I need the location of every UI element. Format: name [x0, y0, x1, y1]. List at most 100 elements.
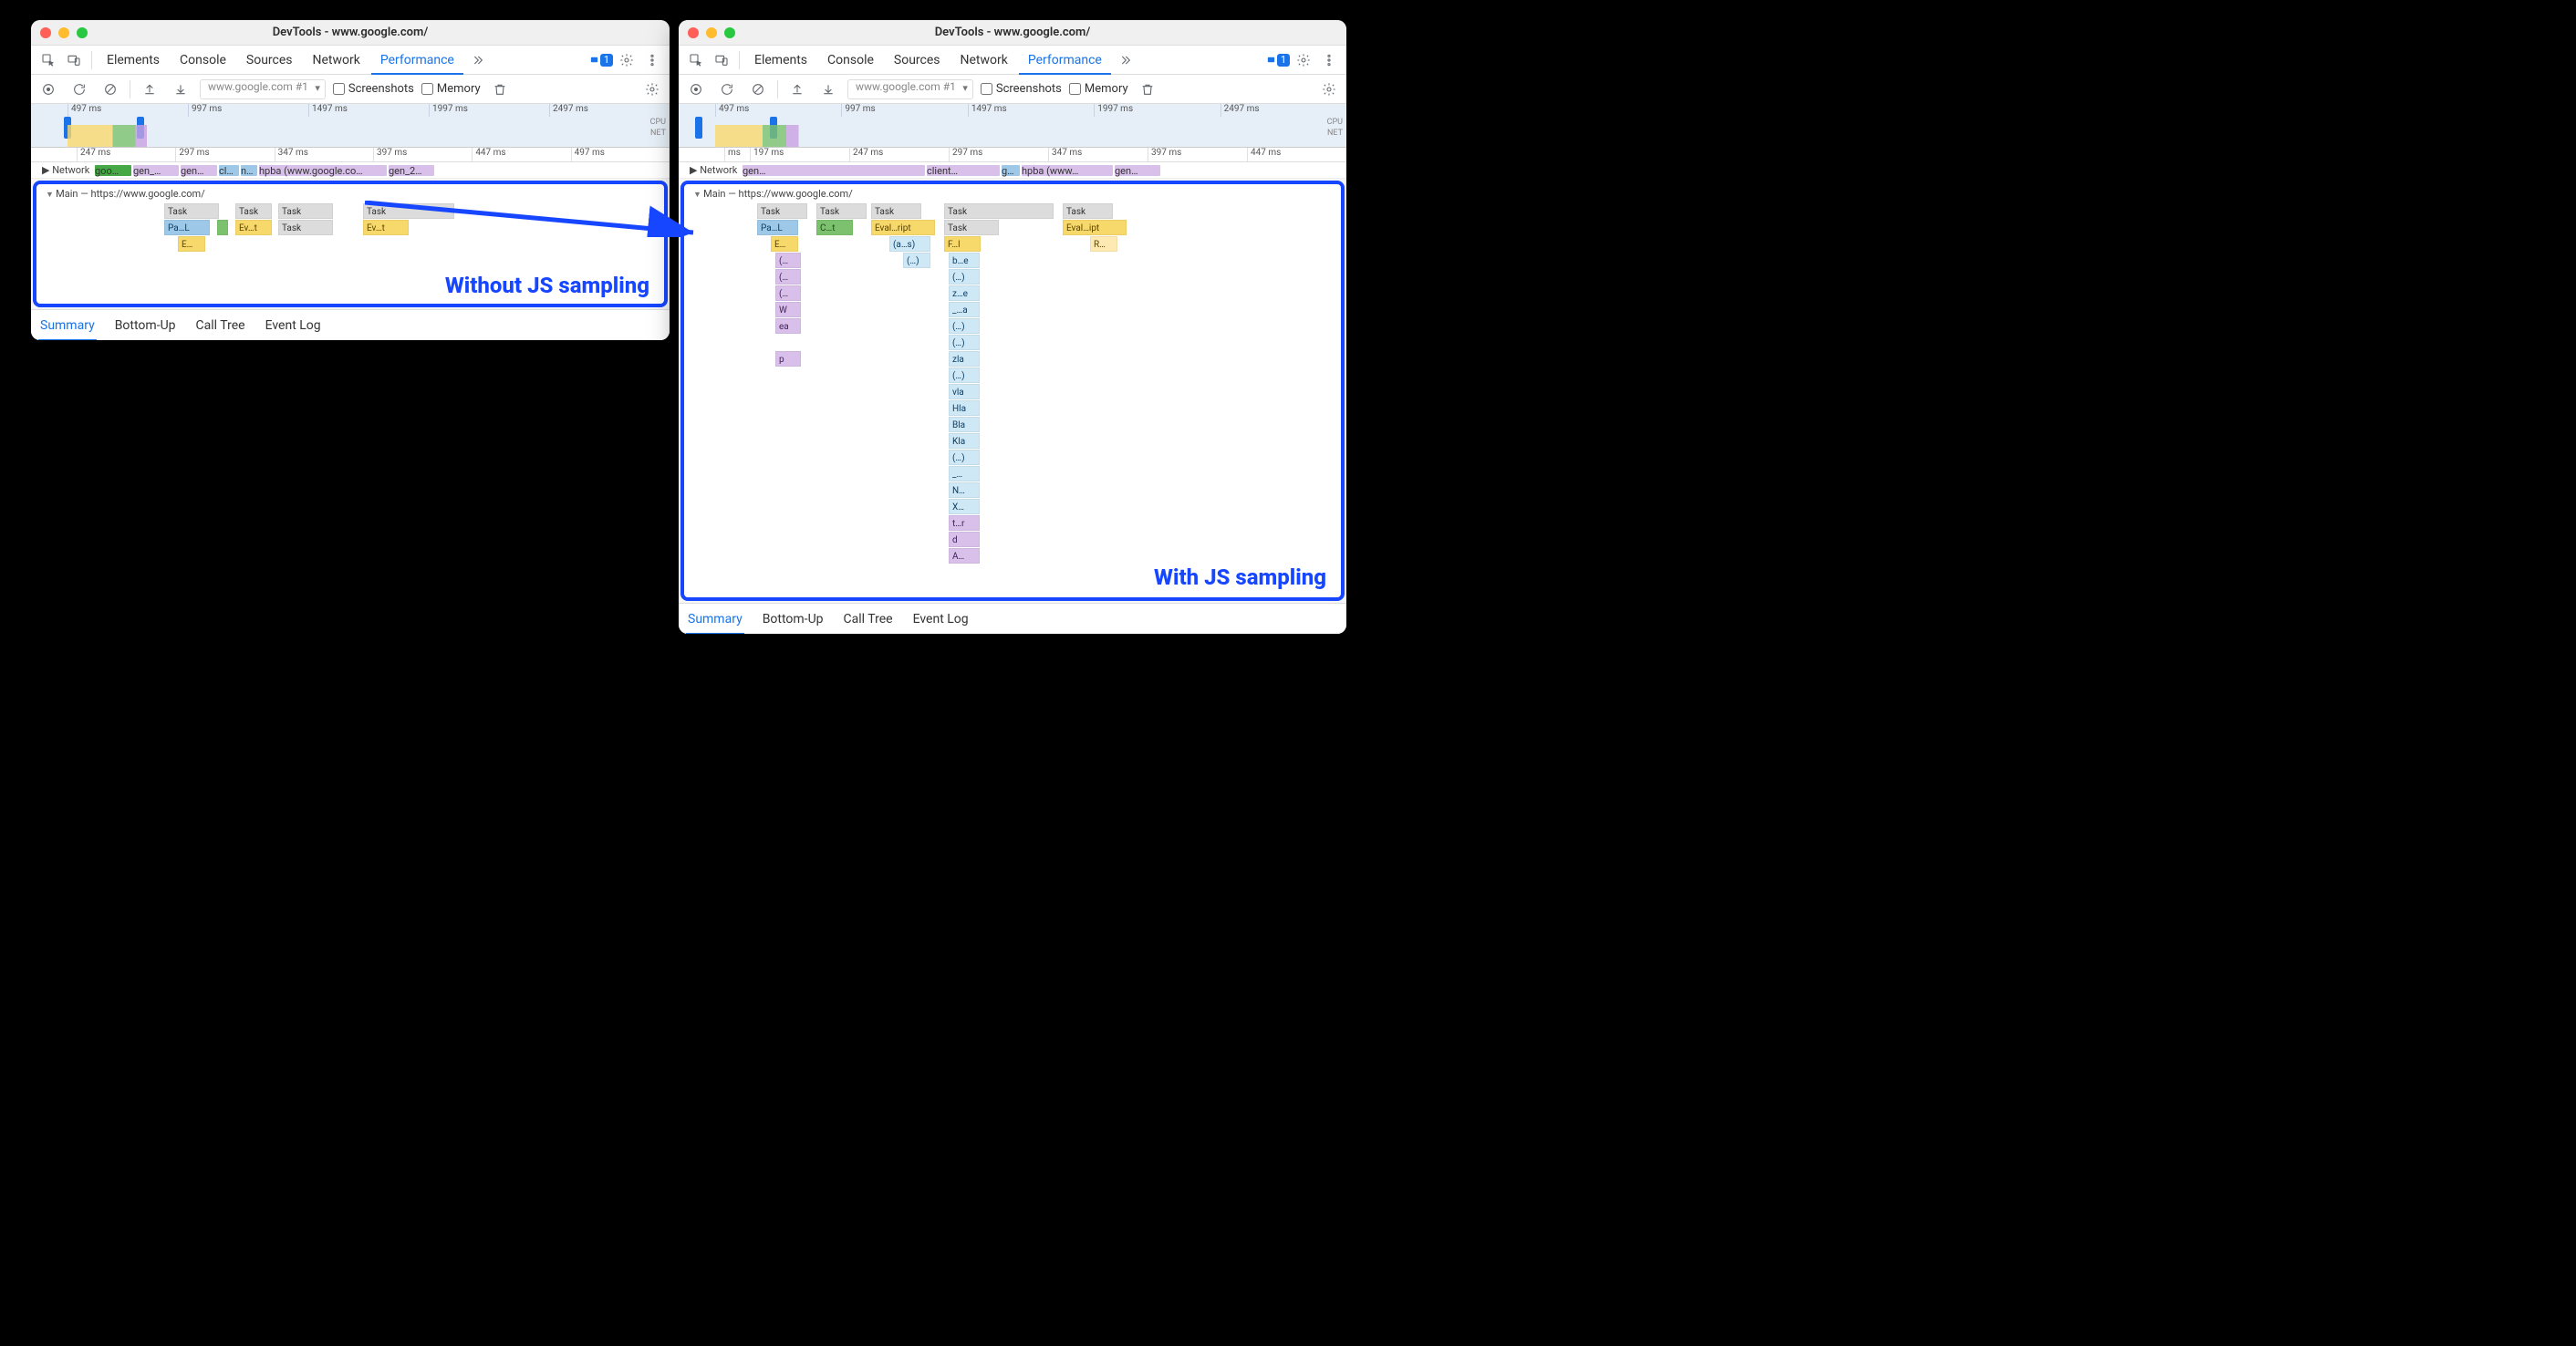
net-item[interactable]: hpba (www… [1022, 165, 1113, 176]
main-thread-label[interactable]: Main — https://www.google.com/ [36, 184, 664, 203]
upload-icon[interactable] [138, 78, 161, 101]
clear-icon[interactable] [99, 78, 122, 101]
tab-call-tree[interactable]: Call Tree [842, 604, 895, 635]
tab-bottom-up[interactable]: Bottom-Up [113, 310, 178, 341]
screenshots-checkbox[interactable]: Screenshots [981, 82, 1062, 96]
flame-entry[interactable]: (…) [949, 368, 980, 383]
flame-entry[interactable]: A… [949, 548, 980, 564]
net-item[interactable]: hpba (www.google.co… [259, 165, 387, 176]
net-item[interactable]: gen_… [133, 165, 179, 176]
recording-select[interactable]: www.google.com #1 [200, 79, 326, 99]
flame-entry[interactable]: Task [363, 203, 454, 219]
record-icon[interactable] [36, 78, 60, 101]
flame-entry[interactable]: Eval…ipt [1063, 220, 1127, 235]
tab-console[interactable]: Console [171, 46, 235, 75]
tab-performance[interactable]: Performance [371, 46, 463, 75]
titlebar[interactable]: DevTools - www.google.com/ [31, 20, 670, 46]
kebab-icon[interactable] [640, 48, 664, 72]
close-icon[interactable] [688, 27, 699, 38]
clear-icon[interactable] [746, 78, 770, 101]
flame-entry[interactable]: Task [235, 203, 272, 219]
tab-sources[interactable]: Sources [237, 46, 302, 75]
flame-entry[interactable]: (a…s) [889, 236, 930, 252]
issues-icon[interactable]: 1 [1266, 48, 1290, 72]
flame-entry[interactable]: Ev…t [363, 220, 409, 235]
flame-chart[interactable]: TaskTaskTaskTaskPa…LEv…tTaskEv…tE… [36, 203, 664, 304]
tab-bottom-up[interactable]: Bottom-Up [761, 604, 826, 635]
reload-icon[interactable] [715, 78, 739, 101]
time-ruler[interactable]: 247 ms 297 ms 347 ms 397 ms 447 ms 497 m… [31, 148, 670, 162]
download-icon[interactable] [816, 78, 840, 101]
flame-entry[interactable]: (…) [949, 269, 980, 285]
flame-entry[interactable]: E… [178, 236, 205, 252]
tab-elements[interactable]: Elements [745, 46, 816, 75]
net-item[interactable]: gen… [1115, 165, 1160, 176]
titlebar[interactable]: DevTools - www.google.com/ [679, 20, 1346, 46]
net-item[interactable]: client… [927, 165, 1000, 176]
tab-network[interactable]: Network [304, 46, 369, 75]
flame-entry[interactable]: _…a [949, 302, 980, 317]
net-item[interactable]: gen… [181, 165, 217, 176]
device-toggle-icon[interactable] [710, 48, 733, 72]
flame-entry[interactable]: Task [757, 203, 807, 219]
reload-icon[interactable] [68, 78, 91, 101]
time-ruler[interactable]: ms 197 ms 247 ms 297 ms 347 ms 397 ms 44… [679, 148, 1346, 162]
tab-elements[interactable]: Elements [98, 46, 169, 75]
flame-entry[interactable]: (…) [949, 450, 980, 465]
flame-entry[interactable] [217, 220, 228, 235]
overview-timeline[interactable]: 497 ms 997 ms 1497 ms 1997 ms 2497 ms CP… [31, 104, 670, 148]
flame-entry[interactable]: Task [871, 203, 921, 219]
net-item[interactable]: goo… [95, 165, 131, 176]
memory-checkbox[interactable]: Memory [1069, 82, 1128, 96]
tab-console[interactable]: Console [818, 46, 883, 75]
flame-entry[interactable]: vla [949, 384, 980, 399]
flame-entry[interactable]: _… [949, 466, 980, 481]
more-tabs-icon[interactable] [1113, 48, 1137, 72]
tab-network[interactable]: Network [951, 46, 1017, 75]
tab-summary[interactable]: Summary [686, 604, 744, 635]
flame-entry[interactable]: (…) [903, 253, 930, 268]
flame-entry[interactable]: (…) [949, 318, 980, 334]
flame-entry[interactable]: X… [949, 499, 980, 514]
flame-entry[interactable]: p [775, 351, 801, 367]
range-handle-left[interactable] [695, 117, 702, 139]
flame-entry[interactable]: (… [775, 285, 801, 301]
tab-call-tree[interactable]: Call Tree [194, 310, 247, 341]
flame-entry[interactable]: Hla [949, 400, 980, 416]
tab-summary[interactable]: Summary [38, 310, 97, 341]
flame-entry[interactable]: ea [775, 318, 801, 334]
flame-entry[interactable]: R… [1090, 236, 1117, 252]
net-item[interactable]: n… [241, 165, 257, 176]
tab-event-log[interactable]: Event Log [264, 310, 323, 341]
net-item[interactable]: gen… [743, 165, 925, 176]
flame-entry[interactable]: (…) [949, 335, 980, 350]
settings-icon[interactable] [615, 48, 639, 72]
download-icon[interactable] [169, 78, 192, 101]
net-item[interactable]: cl… [219, 165, 239, 176]
overview-timeline[interactable]: 497 ms 997 ms 1497 ms 1997 ms 2497 ms CP… [679, 104, 1346, 148]
flame-entry[interactable]: b…e [949, 253, 980, 268]
upload-icon[interactable] [785, 78, 809, 101]
flame-entry[interactable]: Ev…t [235, 220, 272, 235]
flame-entry[interactable]: Kla [949, 433, 980, 449]
flame-entry[interactable]: (… [775, 253, 801, 268]
tab-event-log[interactable]: Event Log [911, 604, 971, 635]
flame-entry[interactable]: Task [278, 203, 333, 219]
inspect-icon[interactable] [684, 48, 708, 72]
recording-select[interactable]: www.google.com #1 [847, 79, 973, 99]
flame-entry[interactable]: W [775, 302, 801, 317]
minimize-icon[interactable] [706, 27, 717, 38]
flame-entry[interactable]: Pa…L [757, 220, 798, 235]
issues-icon[interactable]: 1 [589, 48, 613, 72]
flame-entry[interactable]: Task [944, 203, 1054, 219]
flame-entry[interactable]: Task [1063, 203, 1113, 219]
flame-entry[interactable]: Eval…ript [871, 220, 935, 235]
memory-checkbox[interactable]: Memory [421, 82, 481, 96]
zoom-icon[interactable] [724, 27, 735, 38]
flame-entry[interactable]: t…r [949, 515, 980, 531]
network-row[interactable]: ▶ Network gen… client… g… hpba (www… gen… [679, 162, 1346, 179]
flame-entry[interactable]: C…t [816, 220, 853, 235]
flame-entry[interactable]: (… [775, 269, 801, 285]
flame-entry[interactable]: E… [771, 236, 798, 252]
perf-settings-icon[interactable] [1317, 78, 1341, 101]
